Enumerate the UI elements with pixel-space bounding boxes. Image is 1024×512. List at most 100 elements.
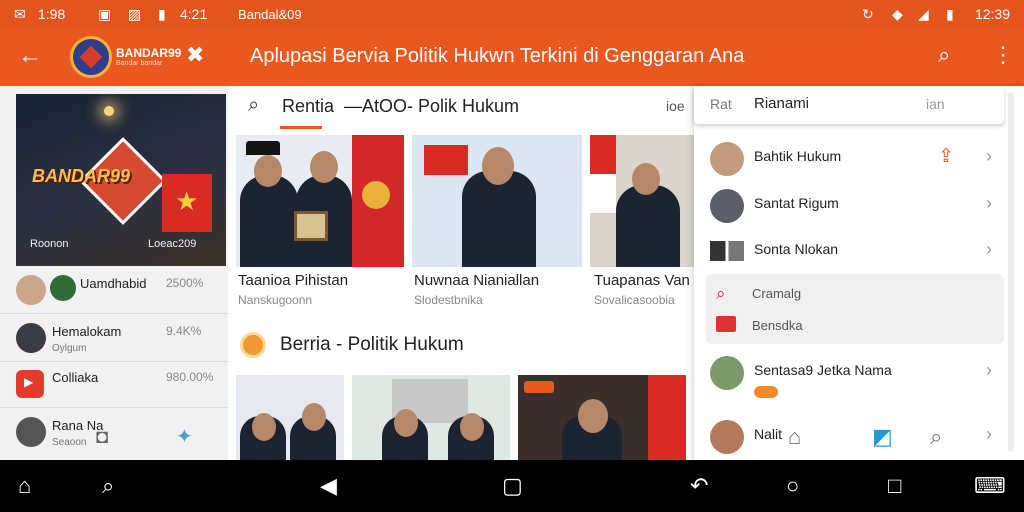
status-time-left: 1:98 [38, 6, 66, 22]
search-icon[interactable]: ⌕ [248, 94, 259, 117]
flag-icon [424, 145, 468, 175]
circle-home-icon[interactable]: ○ [786, 473, 799, 499]
news-card-subtitle: Sovalicasoobia [594, 293, 675, 307]
main-panel: Bandal&09 ↻ ◆ ◢ ▮ 12:39 Aplupasi Bervia … [228, 0, 1024, 460]
carrier-name: Bandal&09 [238, 7, 302, 22]
sheet-item[interactable]: Santat Rigum › [694, 181, 1004, 227]
back-icon[interactable]: ↶ [690, 473, 708, 499]
hero-brand-text: BANDAR99 [32, 166, 131, 186]
left-item-value: 2500% [166, 276, 204, 290]
person [240, 175, 298, 267]
person [616, 185, 680, 267]
chip-icon [50, 275, 76, 301]
avatar [16, 275, 46, 305]
grid-icon [710, 241, 744, 261]
status-bar-left: ✉ 1:98 ▣ ▨ ▮ 4:21 [0, 0, 228, 28]
sheet-item-label: Sentasa9 Jetka Nama [754, 362, 892, 378]
search-input[interactable]: Rianami [754, 95, 809, 112]
left-list-item[interactable]: Rana Na Seaoon ◘ ✦ [0, 410, 228, 456]
news-card-image[interactable] [236, 135, 404, 267]
news-card-image[interactable] [236, 375, 344, 460]
person-head [632, 163, 660, 195]
sheet-item-label: Bahtik Hukum [754, 148, 842, 164]
back-arrow-icon[interactable]: ← [18, 42, 42, 70]
square-recents-icon[interactable]: □ [888, 473, 901, 499]
left-list-item[interactable]: Colliaka 980.00% [0, 362, 228, 408]
sheet-item-label: Santat Rigum [754, 195, 839, 211]
sheet-item[interactable]: Bahtik Hukum ⇪ › [694, 134, 1004, 180]
sheet-item[interactable]: Sonta Nlokan › [694, 227, 1004, 273]
left-list-item[interactable]: Hemalokam Oylgum 9.4K% [0, 316, 228, 362]
battery-icon: ▮ [946, 6, 954, 22]
keyboard-icon[interactable]: ⌨ [974, 473, 1006, 499]
person-head [252, 413, 276, 441]
news-card-image[interactable] [412, 135, 582, 267]
tab-more[interactable]: ioe [666, 98, 685, 114]
notification-icon: ▣ [98, 6, 112, 22]
left-list-item[interactable]: Uamdhabid 2500% [0, 268, 228, 314]
flag-icon [590, 135, 616, 213]
avatar [710, 189, 744, 223]
news-card-image[interactable] [518, 375, 686, 460]
mail-icon: ✉ [14, 6, 26, 22]
hero-banner[interactable]: BANDAR99 Roonon Loeac209 [16, 94, 226, 266]
more-vert-icon[interactable]: ⋮ [992, 42, 1014, 68]
screen: ✉ 1:98 ▣ ▨ ▮ 4:21 ← BANDAR99 Bandar band… [0, 0, 1024, 512]
tab-bar: ⌕ Rentia —AtOO- Polik Hukum ioe [228, 86, 698, 130]
tool-icon[interactable]: ✦ [176, 424, 193, 449]
camera-icon[interactable]: ◘ [96, 426, 108, 449]
sheet-item[interactable]: Sentasa9 Jetka Nama › [694, 348, 1004, 394]
search-prefix: Rat [710, 96, 732, 112]
news-card-image[interactable] [590, 135, 696, 267]
share-icon[interactable]: ⇪ [938, 145, 954, 168]
back-triangle-icon[interactable]: ◀ [320, 473, 337, 499]
battery-icon: ▮ [158, 6, 166, 22]
avatar [710, 356, 744, 390]
left-item-title: Colliaka [52, 370, 99, 385]
tab-rentia[interactable]: Rentia [282, 96, 334, 117]
sheet-item[interactable]: Nalit › [694, 412, 1004, 458]
avatar [16, 417, 46, 447]
scrollbar[interactable] [1008, 92, 1014, 452]
app-switch-icon[interactable]: ▢ [502, 473, 523, 499]
left-item-subtitle: Seaoon [52, 437, 87, 448]
flag-icon [162, 174, 212, 232]
news-card-title[interactable]: Nuwnaa Nianiallan [414, 272, 539, 289]
home-icon[interactable]: ⌂ [18, 473, 31, 499]
left-appbar: ← BANDAR99 Bandar bandar ✖ [0, 28, 228, 86]
section-title: Berria - Politik Hukum [280, 334, 464, 355]
dropdown-sheet: Rat Rianami ian Bahtik Hukum ⇪ › Santat … [694, 86, 1024, 460]
news-card-subtitle: Nanskugoonn [238, 293, 313, 307]
person-head [254, 155, 282, 187]
person-head [482, 147, 514, 185]
sheet-search-bar[interactable]: Rat Rianami ian [694, 86, 1004, 124]
live-badge [524, 381, 554, 393]
tools-icon[interactable]: ✖ [186, 42, 204, 68]
status-time: 12:39 [974, 6, 1010, 22]
search-icon[interactable]: ⌕ [102, 473, 114, 499]
hero-caption-right: Loeac209 [148, 238, 197, 250]
app-icon[interactable]: ◩ [872, 424, 893, 450]
chevron-right-icon: › [986, 424, 992, 444]
home-icon[interactable]: ⌂ [788, 424, 801, 450]
news-card-title[interactable]: Taanioa Pihistan [238, 272, 348, 289]
tab-politik-hukum[interactable]: —AtOO- Polik Hukum [344, 96, 519, 117]
sync-icon: ↻ [862, 6, 874, 22]
person-head [394, 409, 418, 437]
left-item-value: 9.4K% [166, 324, 202, 338]
submenu-item[interactable]: Bensdka [752, 318, 803, 333]
sheet-item-label: Sonta Nlokan [754, 241, 839, 257]
search-icon[interactable]: ⌕ [930, 424, 942, 450]
avatar [16, 323, 46, 353]
news-card-image[interactable] [352, 375, 510, 460]
search-icon[interactable]: ⌕ [938, 42, 950, 68]
avatar [710, 142, 744, 176]
news-card-title[interactable]: Tuapanas Van [594, 272, 690, 289]
left-item-title: Uamdhabid [80, 276, 147, 291]
submenu-item[interactable]: Cramalg [752, 286, 801, 301]
person-head [302, 403, 326, 431]
sheet-item-label: Nalit [754, 426, 783, 442]
section-icon [240, 332, 266, 358]
system-nav-bar: ⌂ ⌕ ◀ ▢ ↶ ○ □ ⌨ [0, 460, 1024, 512]
signal-icon: ◢ [918, 6, 929, 22]
